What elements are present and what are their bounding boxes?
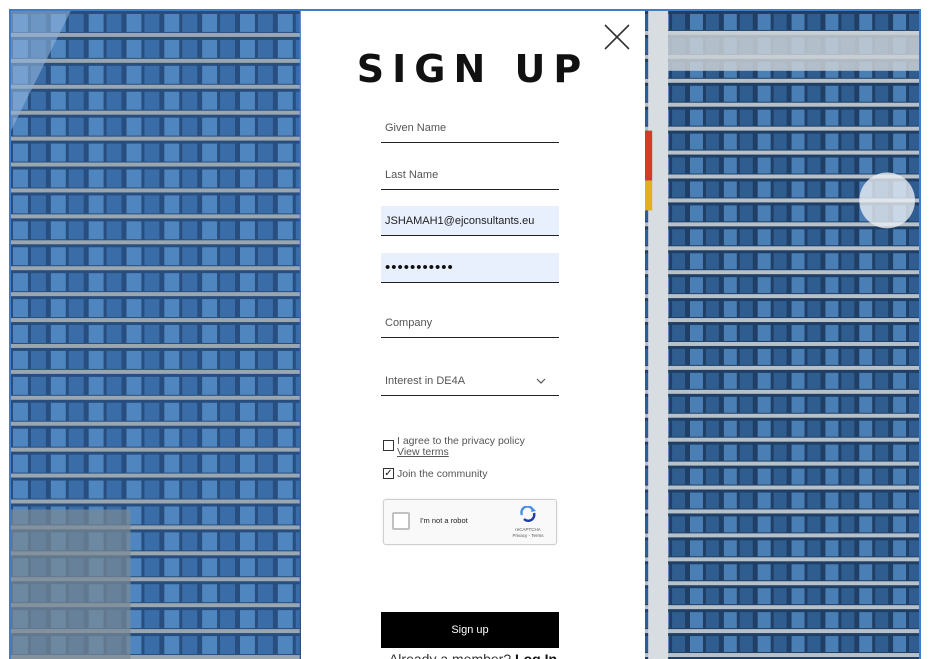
recaptcha-widget: I'm not a robot reCAPTCHA Privacy - Term… [383,499,557,545]
company-input[interactable]: Company [381,308,559,338]
sign-up-button[interactable]: Sign up [381,612,559,648]
interest-select-value: Interest in DE4A [385,375,466,387]
view-terms-link[interactable]: View terms [397,446,449,458]
interest-select[interactable]: Interest in DE4A [381,366,559,396]
log-in-link[interactable]: Log In [515,651,557,659]
already-member-line: Already a member? Log In [301,651,645,659]
screenshot-frame: SIGN UP Given Name Last Name JSHAMAH1@ej… [9,9,921,659]
modal-title: SIGN UP [356,47,590,91]
community-label: Join the community [397,468,488,480]
recaptcha-checkbox[interactable] [392,512,410,530]
last-name-input[interactable]: Last Name [381,160,559,190]
member-prompt: Already a member? [388,651,512,659]
password-input[interactable]: ••••••••••• [381,253,559,283]
given-name-input[interactable]: Given Name [381,113,559,143]
close-icon[interactable] [601,21,633,53]
recaptcha-links[interactable]: Privacy - Terms [508,533,548,539]
chevron-down-icon [535,366,547,407]
community-checkbox[interactable]: ✓ [383,468,394,479]
signup-modal: SIGN UP Given Name Last Name JSHAMAH1@ej… [301,11,645,659]
email-input[interactable]: JSHAMAH1@ejconsultants.eu [381,206,559,236]
recaptcha-logo-icon [520,505,536,522]
recaptcha-logo: reCAPTCHA Privacy - Terms [508,505,548,539]
privacy-checkbox[interactable] [383,440,394,451]
recaptcha-label: I'm not a robot [420,516,468,525]
